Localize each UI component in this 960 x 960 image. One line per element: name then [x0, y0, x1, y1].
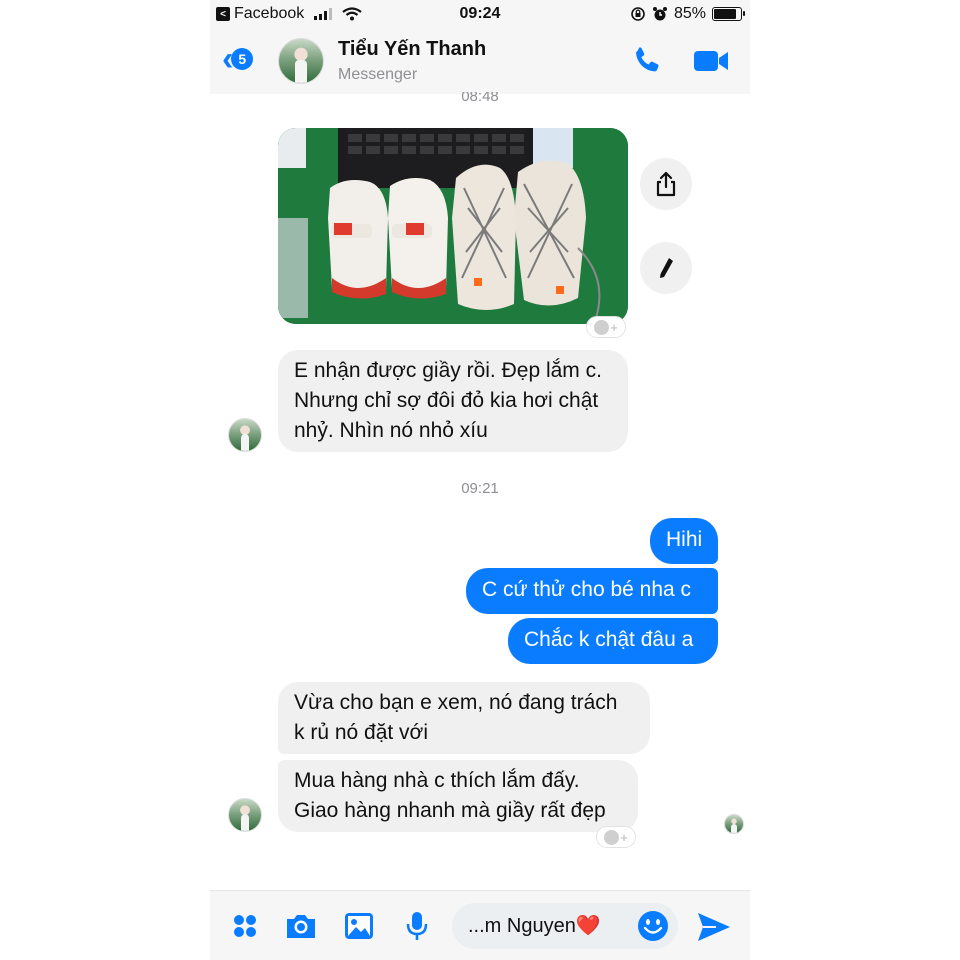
add-reaction-button[interactable]: +	[586, 316, 626, 338]
apps-button[interactable]	[226, 907, 264, 945]
plus-icon: +	[620, 829, 628, 845]
phone-icon[interactable]	[630, 44, 664, 78]
battery-percent: 85%	[673, 5, 706, 22]
pencil-icon	[660, 258, 673, 278]
battery-icon	[712, 7, 745, 21]
emoji-icon[interactable]	[636, 909, 670, 943]
message-line: E nhận được giầy rồi. Đẹp lắm c.	[294, 359, 602, 382]
voice-button[interactable]	[398, 907, 436, 945]
timestamp: 09:21	[461, 480, 499, 497]
microphone-icon	[406, 912, 428, 940]
smiley-icon	[604, 829, 620, 845]
message-line: Giao hàng nhanh mà giầy rất đẹp	[294, 799, 606, 822]
alarm-icon	[652, 7, 667, 21]
message-line: Mua hàng nhà c thích lắm đấy.	[294, 769, 580, 792]
message-line: k rủ nó đặt với	[294, 721, 428, 744]
contact-subtitle: Messenger	[338, 66, 418, 83]
incoming-message[interactable]: Vừa cho bạn e xem, nó đang trách k rủ nó…	[278, 682, 650, 754]
video-camera-icon[interactable]	[692, 46, 730, 76]
outgoing-message[interactable]: Hihi	[650, 518, 718, 564]
contact-name[interactable]: Tiểu Yến Thanh	[338, 38, 486, 61]
apps-icon	[234, 915, 256, 937]
back-button[interactable]: ‹ 5	[222, 42, 254, 76]
message-line: Vừa cho bạn e xem, nó đang trách	[294, 691, 618, 714]
status-bar: < Facebook 09:24 85%	[210, 0, 750, 28]
unread-count-badge: 5	[231, 48, 254, 70]
heart-emoji: ❤️	[575, 915, 601, 937]
shoes-photo[interactable]	[278, 128, 628, 324]
outgoing-message[interactable]: Chắc k chật đâu a	[508, 618, 718, 664]
image-icon	[345, 913, 373, 939]
contact-avatar[interactable]	[278, 38, 324, 84]
timestamp: 08:48	[461, 92, 499, 105]
share-icon	[656, 171, 676, 197]
rotation-lock-icon	[631, 7, 645, 21]
gallery-button[interactable]	[340, 907, 378, 945]
incoming-message[interactable]: E nhận được giầy rồi. Đẹp lắm c. Nhưng c…	[278, 350, 628, 452]
read-receipt-avatar	[724, 814, 744, 834]
share-button[interactable]	[640, 158, 692, 210]
smiley-icon	[594, 319, 610, 335]
message-line: Nhưng chỉ sợ đôi đỏ kia hơi chật	[294, 389, 599, 412]
composer-bar: ...m Nguyen❤️	[210, 890, 750, 960]
plus-icon: +	[610, 319, 618, 335]
messenger-screen: < Facebook 09:24 85% ‹ 5 Tiểu Yến Thanh …	[210, 0, 750, 960]
shoes-photo-image	[278, 128, 628, 324]
camera-button[interactable]	[282, 907, 320, 945]
message-input-text: ...m Nguyen	[468, 915, 576, 937]
outgoing-message[interactable]: C cứ thử cho bé nha c	[466, 568, 718, 614]
incoming-message[interactable]: Mua hàng nhà c thích lắm đấy. Giao hàng …	[278, 760, 638, 832]
add-reaction-button[interactable]: +	[596, 826, 636, 848]
conversation-header: ‹ 5 Tiểu Yến Thanh Messenger	[210, 28, 750, 94]
edit-button[interactable]	[640, 242, 692, 294]
camera-icon	[287, 915, 315, 938]
sender-avatar[interactable]	[228, 798, 262, 832]
sender-avatar[interactable]	[228, 418, 262, 452]
send-icon[interactable]	[694, 907, 734, 947]
message-line: nhỷ. Nhìn nó nhỏ xíu	[294, 419, 488, 442]
status-right: 85%	[630, 5, 745, 23]
